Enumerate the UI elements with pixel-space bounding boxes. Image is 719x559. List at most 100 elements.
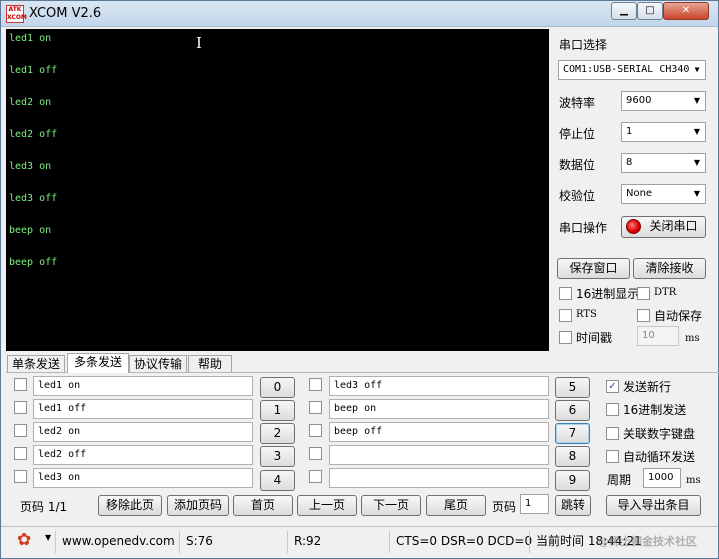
- tab-protocol[interactable]: 协议传输: [129, 355, 187, 373]
- send-row-button[interactable]: 4: [260, 470, 295, 491]
- send-row-input[interactable]: beep on: [329, 399, 549, 419]
- minimize-button[interactable]: ▁: [611, 2, 637, 20]
- hex-display-checkbox[interactable]: [559, 287, 572, 300]
- terminal-line: beep on: [9, 225, 52, 236]
- send-row-input[interactable]: led3 on: [33, 468, 253, 488]
- page-input-label: 页码: [492, 500, 517, 514]
- send-row-input[interactable]: led1 off: [33, 399, 253, 419]
- send-row-input[interactable]: led1 on: [33, 376, 253, 396]
- terminal-line: led2 on: [9, 97, 52, 108]
- data-bits-select[interactable]: 8 ▼: [621, 153, 706, 173]
- send-row-input[interactable]: led2 on: [33, 422, 253, 442]
- parity-value: None: [626, 188, 653, 199]
- send-row-checkbox[interactable]: [14, 424, 27, 437]
- website-link[interactable]: www.openedv.com: [55, 531, 177, 553]
- port-select[interactable]: COM1:USB-SERIAL CH340 ▼: [558, 60, 706, 80]
- clear-receive-button[interactable]: 清除接收: [633, 258, 706, 279]
- send-newline-label: 发送新行: [623, 380, 672, 394]
- send-row-button[interactable]: 9: [555, 470, 590, 491]
- maximize-button[interactable]: □: [637, 2, 663, 20]
- timestamp-label: 时间戳: [576, 331, 613, 345]
- send-row-checkbox[interactable]: [309, 401, 322, 414]
- parity-label: 校验位: [559, 189, 596, 203]
- chevron-down-icon[interactable]: ▼: [45, 533, 51, 542]
- send-row-button[interactable]: 0: [260, 377, 295, 398]
- baud-value: 9600: [626, 95, 652, 106]
- jump-button[interactable]: 跳转: [555, 495, 591, 516]
- page-indicator: 页码 1/1: [20, 500, 68, 514]
- tab-multi-send[interactable]: 多条发送: [67, 353, 129, 373]
- data-bits-value: 8: [626, 157, 633, 168]
- remove-page-button[interactable]: 移除此页: [98, 495, 162, 516]
- watermark: @稀土掘金技术社区: [598, 535, 697, 548]
- tab-help[interactable]: 帮助: [188, 355, 232, 373]
- dtr-checkbox[interactable]: [637, 287, 650, 300]
- autosave-checkbox[interactable]: [637, 309, 650, 322]
- stop-bits-select[interactable]: 1 ▼: [621, 122, 706, 142]
- send-row-checkbox[interactable]: [309, 447, 322, 460]
- loop-send-checkbox[interactable]: [606, 450, 619, 463]
- send-row-button[interactable]: 7: [555, 423, 590, 444]
- send-row-button[interactable]: 5: [555, 377, 590, 398]
- save-window-label: 保存窗口: [569, 261, 618, 275]
- terminal-line: led3 off: [9, 193, 58, 204]
- send-row-input[interactable]: led3 off: [329, 376, 549, 396]
- hex-send-checkbox[interactable]: [606, 403, 619, 416]
- next-page-button[interactable]: 下一页: [361, 495, 421, 516]
- hex-send-label: 16进制发送: [623, 403, 687, 417]
- close-button[interactable]: ✕: [663, 2, 709, 20]
- rts-label: RTS: [576, 309, 597, 320]
- send-row-checkbox[interactable]: [309, 470, 322, 483]
- send-newline-checkbox[interactable]: ✓: [606, 380, 619, 393]
- terminal-line: led1 on: [9, 33, 52, 44]
- rts-checkbox[interactable]: [559, 309, 572, 322]
- send-row-checkbox[interactable]: [14, 447, 27, 460]
- import-export-button[interactable]: 导入导出条目: [606, 495, 701, 516]
- send-row-checkbox[interactable]: [14, 470, 27, 483]
- clear-receive-label: 清除接收: [645, 261, 694, 275]
- send-row-input[interactable]: led2 off: [33, 445, 253, 465]
- terminal-line: led3 on: [9, 161, 52, 172]
- page-input[interactable]: 1: [520, 494, 549, 514]
- save-window-button[interactable]: 保存窗口: [557, 258, 630, 279]
- send-row-button[interactable]: 3: [260, 446, 295, 467]
- send-row-checkbox[interactable]: [309, 424, 322, 437]
- tab-single-send[interactable]: 单条发送: [7, 355, 65, 373]
- received-count: R:92: [287, 531, 387, 553]
- prev-page-button[interactable]: 上一页: [297, 495, 357, 516]
- port-operation-label: 串口操作: [559, 221, 608, 235]
- signal-status: CTS=0 DSR=0 DCD=0: [389, 531, 532, 553]
- stop-bits-value: 1: [626, 126, 633, 137]
- chevron-down-icon: ▼: [693, 96, 701, 105]
- send-row-checkbox[interactable]: [14, 378, 27, 391]
- send-row-checkbox[interactable]: [309, 378, 322, 391]
- text-cursor-icon: I: [196, 34, 202, 52]
- last-page-button[interactable]: 尾页: [426, 495, 486, 516]
- send-row-input[interactable]: [329, 468, 549, 488]
- port-select-value: COM1:USB-SERIAL CH340: [563, 64, 690, 75]
- timestamp-checkbox[interactable]: [559, 331, 572, 344]
- send-row-button[interactable]: 1: [260, 400, 295, 421]
- send-row-input[interactable]: [329, 445, 549, 465]
- baud-select[interactable]: 9600 ▼: [621, 91, 706, 111]
- send-row-button[interactable]: 6: [555, 400, 590, 421]
- stop-bits-label: 停止位: [559, 127, 596, 141]
- terminal-line: led1 off: [9, 65, 58, 76]
- window-title: XCOM V2.6: [29, 6, 102, 21]
- chevron-down-icon: ▼: [693, 127, 701, 136]
- numpad-checkbox[interactable]: [606, 427, 619, 440]
- send-row-button[interactable]: 8: [555, 446, 590, 467]
- timestamp-input[interactable]: 10: [637, 326, 679, 346]
- period-input[interactable]: 1000: [643, 468, 681, 488]
- parity-select[interactable]: None ▼: [621, 184, 706, 204]
- send-row-checkbox[interactable]: [14, 401, 27, 414]
- send-row-button[interactable]: 2: [260, 423, 295, 444]
- title-bar[interactable]: ATK XCOM XCOM V2.6 ▁ □ ✕: [1, 1, 718, 27]
- send-row-input[interactable]: beep off: [329, 422, 549, 442]
- add-page-button[interactable]: 添加页码: [167, 495, 229, 516]
- dtr-label: DTR: [654, 287, 677, 298]
- gear-icon[interactable]: ✿: [17, 530, 31, 550]
- receive-terminal[interactable]: led1 on led1 off led2 on led2 off led3 o…: [6, 29, 549, 351]
- first-page-button[interactable]: 首页: [233, 495, 293, 516]
- status-bar: ✿ ▼ www.openedv.com S:76 R:92 CTS=0 DSR=…: [1, 526, 718, 558]
